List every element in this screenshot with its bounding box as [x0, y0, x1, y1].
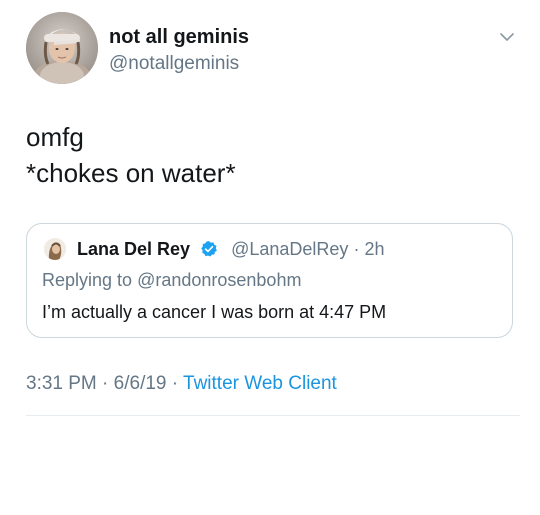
tweet-meta: 3:31 PM · 6/6/19 · Twitter Web Client [26, 372, 337, 396]
quoted-tweet[interactable]: Lana Del Rey @LanaDelRey · 2h Replying t… [26, 223, 513, 338]
tweet-card: not all geminis @notallgeminis omfg *cho… [0, 0, 540, 515]
replying-to-handle[interactable]: @randonrosenbohm [137, 270, 301, 290]
replying-to-line: Replying to @randonrosenbohm [42, 268, 301, 292]
tweet-client-link[interactable]: Twitter Web Client [183, 373, 337, 394]
tweet-text-line: *chokes on water* [26, 158, 236, 188]
divider [26, 415, 520, 416]
quoted-avatar[interactable] [44, 238, 66, 260]
quoted-timestamp[interactable]: 2h [364, 239, 384, 259]
avatar-photo [26, 12, 98, 84]
display-name[interactable]: not all geminis [109, 25, 249, 49]
separator-dot: · [171, 373, 179, 394]
tweet-text-line: omfg [26, 122, 84, 152]
quoted-handle[interactable]: @LanaDelRey [231, 239, 348, 259]
quoted-header: Lana Del Rey @LanaDelRey · 2h [77, 237, 384, 261]
tweet-time[interactable]: 3:31 PM [26, 373, 97, 394]
verified-badge-icon [201, 241, 217, 257]
quoted-tweet-text: I’m actually a cancer I was born at 4:47… [42, 302, 387, 322]
replying-to-label: Replying to [42, 270, 133, 290]
tweet-text: omfg *chokes on water* [26, 119, 236, 191]
user-avatar[interactable] [26, 12, 98, 84]
user-handle[interactable]: @notallgeminis [109, 52, 239, 76]
separator-dot: · [353, 239, 360, 259]
quoted-avatar-photo [44, 238, 66, 260]
separator-dot: · [102, 373, 109, 394]
quoted-display-name[interactable]: Lana Del Rey [77, 239, 190, 259]
tweet-date[interactable]: 6/6/19 [114, 373, 167, 394]
chevron-down-icon[interactable] [498, 28, 516, 46]
